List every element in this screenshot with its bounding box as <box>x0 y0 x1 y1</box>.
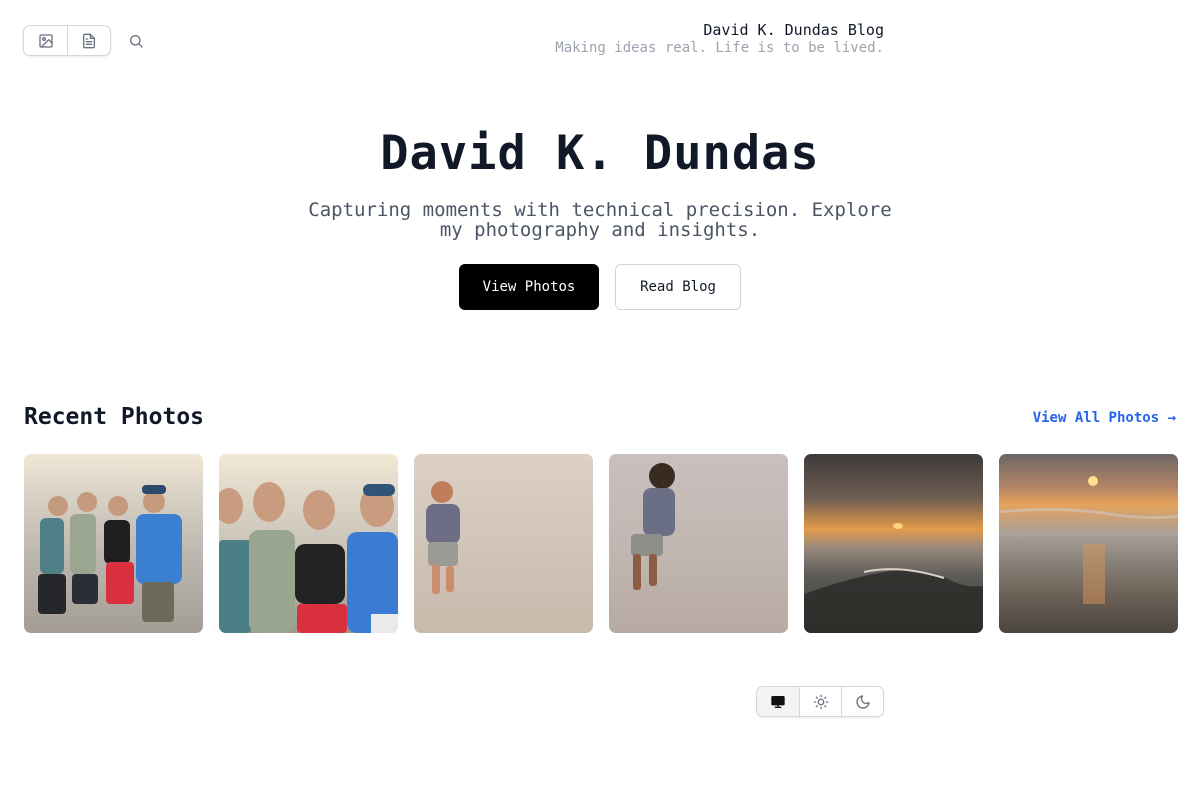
view-all-photos-link[interactable]: View All Photos → <box>1033 410 1176 426</box>
view-photos-button[interactable]: View Photos <box>459 264 599 310</box>
photo-image <box>631 463 675 590</box>
hero-title: David K. Dundas <box>380 126 820 181</box>
search-icon <box>130 34 143 48</box>
section-switcher <box>23 25 111 56</box>
site-tagline: Making ideas real. Life is to be lived. <box>555 40 884 56</box>
photo-image <box>804 523 983 633</box>
photo-thumbnail[interactable] <box>609 454 788 633</box>
blog-nav-button[interactable] <box>67 26 110 55</box>
hero-subtitle: Capturing moments with technical precisi… <box>308 199 892 241</box>
image-icon <box>38 33 53 48</box>
hero-section: David K. Dundas Capturing moments with t… <box>0 125 1200 310</box>
moon-icon <box>855 694 870 709</box>
photo-thumbnail[interactable] <box>999 454 1178 633</box>
site-header: David K. Dundas Blog Making ideas real. … <box>555 21 884 57</box>
photo-thumbnail[interactable] <box>219 454 398 633</box>
search-button[interactable] <box>121 26 151 56</box>
sun-icon <box>813 694 828 709</box>
document-icon <box>83 33 95 48</box>
dark-theme-button[interactable] <box>841 687 883 716</box>
theme-switcher <box>756 686 884 717</box>
photo-thumbnail[interactable] <box>804 454 983 633</box>
monitor-icon <box>771 695 785 708</box>
photo-thumbnail[interactable] <box>414 454 593 633</box>
photo-gallery <box>24 454 1178 633</box>
hero-actions: View Photos Read Blog <box>0 264 1200 310</box>
photo-thumbnail[interactable] <box>24 454 203 633</box>
recent-photos-heading: Recent Photos <box>24 404 205 430</box>
top-toolbar <box>23 25 151 56</box>
photo-image <box>38 485 182 622</box>
photos-nav-button[interactable] <box>24 26 67 55</box>
light-theme-button[interactable] <box>799 687 841 716</box>
photo-image <box>219 482 398 633</box>
photo-image <box>426 481 460 594</box>
system-theme-button[interactable] <box>757 687 799 716</box>
site-title[interactable]: David K. Dundas Blog <box>555 21 884 39</box>
read-blog-button[interactable]: Read Blog <box>615 264 741 310</box>
photo-image <box>999 476 1178 604</box>
